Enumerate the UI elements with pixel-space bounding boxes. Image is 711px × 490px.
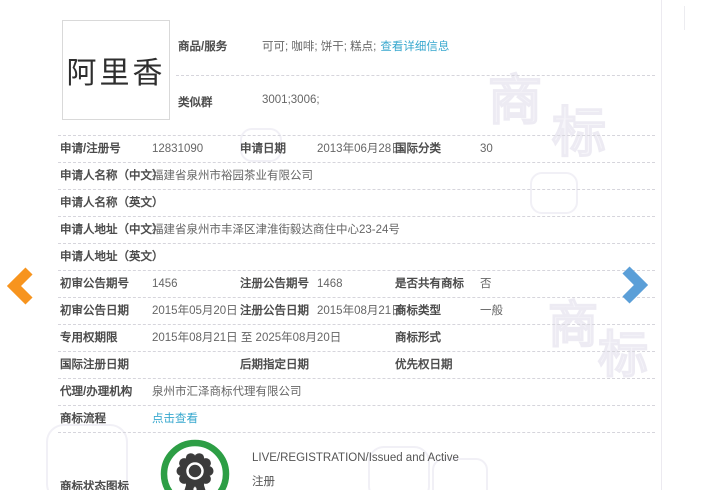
field-label: 申请人名称（英文）	[60, 197, 164, 209]
field-value	[152, 352, 240, 378]
field-label: 后期指定日期	[240, 359, 309, 371]
trademark-header: 阿里香 商品/服务 可可; 咖啡; 饼干; 糕点; 查看详细信息 类似群 300…	[58, 0, 655, 136]
field-value: 1456	[152, 278, 178, 290]
field-value: 2013年06月28日	[317, 143, 403, 155]
chevron-right-icon	[622, 266, 648, 304]
field-value: 福建省泉州市丰泽区津淮街毅达商住中心23-24号	[152, 224, 400, 236]
field-label: 优先权日期	[395, 359, 453, 371]
field-label: 申请人地址（中文）	[60, 224, 164, 236]
trademark-process-link[interactable]: 点击查看	[152, 413, 198, 425]
trademark-status-row: 商标状态图标 LIVE/REGISTRATION/Issued and Acti…	[58, 433, 655, 490]
table-row: 专用权期限 2015年08月21日 至 2025年08月20日 商标形式	[58, 325, 655, 352]
field-label: 国际注册日期	[60, 359, 129, 371]
status-line-en: LIVE/REGISTRATION/Issued and Active	[252, 452, 459, 464]
field-value: 30	[480, 143, 493, 155]
field-label: 是否共有商标	[395, 278, 464, 290]
field-label: 商标类型	[395, 305, 441, 317]
field-label: 代理/办理机构	[60, 386, 133, 398]
table-row: 商标流程 点击查看	[58, 406, 655, 433]
field-value: 3001;3006;	[262, 94, 320, 106]
field-value: 1468	[317, 278, 343, 290]
field-label: 申请人名称（中文）	[60, 170, 164, 182]
field-label: 商标状态图标	[60, 481, 129, 490]
field-value: 2015年05月20日	[152, 305, 238, 317]
table-row: 申请人地址（英文）	[58, 244, 655, 271]
table-row: 初审公告日期 2015年05月20日 注册公告日期 2015年08月21日 商标…	[58, 298, 655, 325]
field-label: 申请/注册号	[60, 143, 121, 155]
field-value	[152, 244, 655, 270]
goods-services-row: 商品/服务 可可; 咖啡; 饼干; 糕点; 查看详细信息	[178, 38, 651, 54]
prev-page-button[interactable]	[7, 267, 33, 305]
chevron-left-icon	[7, 267, 33, 305]
field-label: 初审公告期号	[60, 278, 129, 290]
field-label: 申请日期	[240, 143, 286, 155]
field-label: 类似群	[178, 97, 213, 109]
status-text: LIVE/REGISTRATION/Issued and Active 注册	[252, 446, 459, 490]
field-label: 初审公告日期	[60, 305, 129, 317]
field-label: 申请人地址（英文）	[60, 251, 164, 263]
field-value	[472, 352, 655, 378]
field-label: 专用权期限	[60, 332, 118, 344]
page-edge-line	[684, 6, 685, 30]
field-value: 泉州市汇泽商标代理有限公司	[152, 386, 302, 398]
table-row: 国际注册日期 后期指定日期 优先权日期	[58, 352, 655, 379]
trademark-detail-page: 商 标 商 标 阿里香 商品/服务 可可; 咖啡; 饼干; 糕点; 查看详细信息…	[0, 0, 711, 490]
field-value	[152, 190, 655, 216]
field-label: 商标流程	[60, 413, 106, 425]
field-value: 12831090	[152, 143, 204, 155]
field-label: 商品/服务	[178, 41, 228, 53]
field-value: 2015年08月21日	[317, 305, 403, 317]
field-label: 注册公告期号	[240, 278, 309, 290]
field-label: 国际分类	[395, 143, 441, 155]
registration-award-badge-icon	[160, 439, 230, 490]
divider	[176, 75, 655, 76]
trademark-name: 阿里香	[66, 57, 166, 90]
similar-group-row: 类似群 3001;3006;	[178, 94, 320, 110]
field-value	[317, 352, 395, 378]
field-label: 商标形式	[395, 332, 441, 344]
table-row: 申请人名称（英文）	[58, 190, 655, 217]
table-row: 初审公告期号 1456 注册公告期号 1468 是否共有商标 否	[58, 271, 655, 298]
field-value: 可可; 咖啡; 饼干; 糕点;	[262, 41, 377, 53]
table-row: 申请人名称（中文） 福建省泉州市裕园茶业有限公司	[58, 163, 655, 190]
trademark-image: 阿里香	[62, 20, 170, 120]
table-row: 申请/注册号 12831090 申请日期 2013年06月28日 国际分类 30	[58, 136, 655, 163]
field-value: 福建省泉州市裕园茶业有限公司	[152, 170, 313, 182]
field-value: 2015年08月21日 至 2025年08月20日	[152, 332, 342, 344]
status-line-cn: 注册	[252, 476, 275, 488]
trademark-detail-panel: 阿里香 商品/服务 可可; 咖啡; 饼干; 糕点; 查看详细信息 类似群 300…	[55, 0, 662, 490]
field-value	[472, 325, 655, 351]
next-page-button[interactable]	[622, 266, 648, 304]
table-row: 代理/办理机构 泉州市汇泽商标代理有限公司	[58, 379, 655, 406]
table-row: 申请人地址（中文） 福建省泉州市丰泽区津淮街毅达商住中心23-24号	[58, 217, 655, 244]
view-details-link[interactable]: 查看详细信息	[380, 38, 449, 54]
field-label: 注册公告日期	[240, 305, 309, 317]
